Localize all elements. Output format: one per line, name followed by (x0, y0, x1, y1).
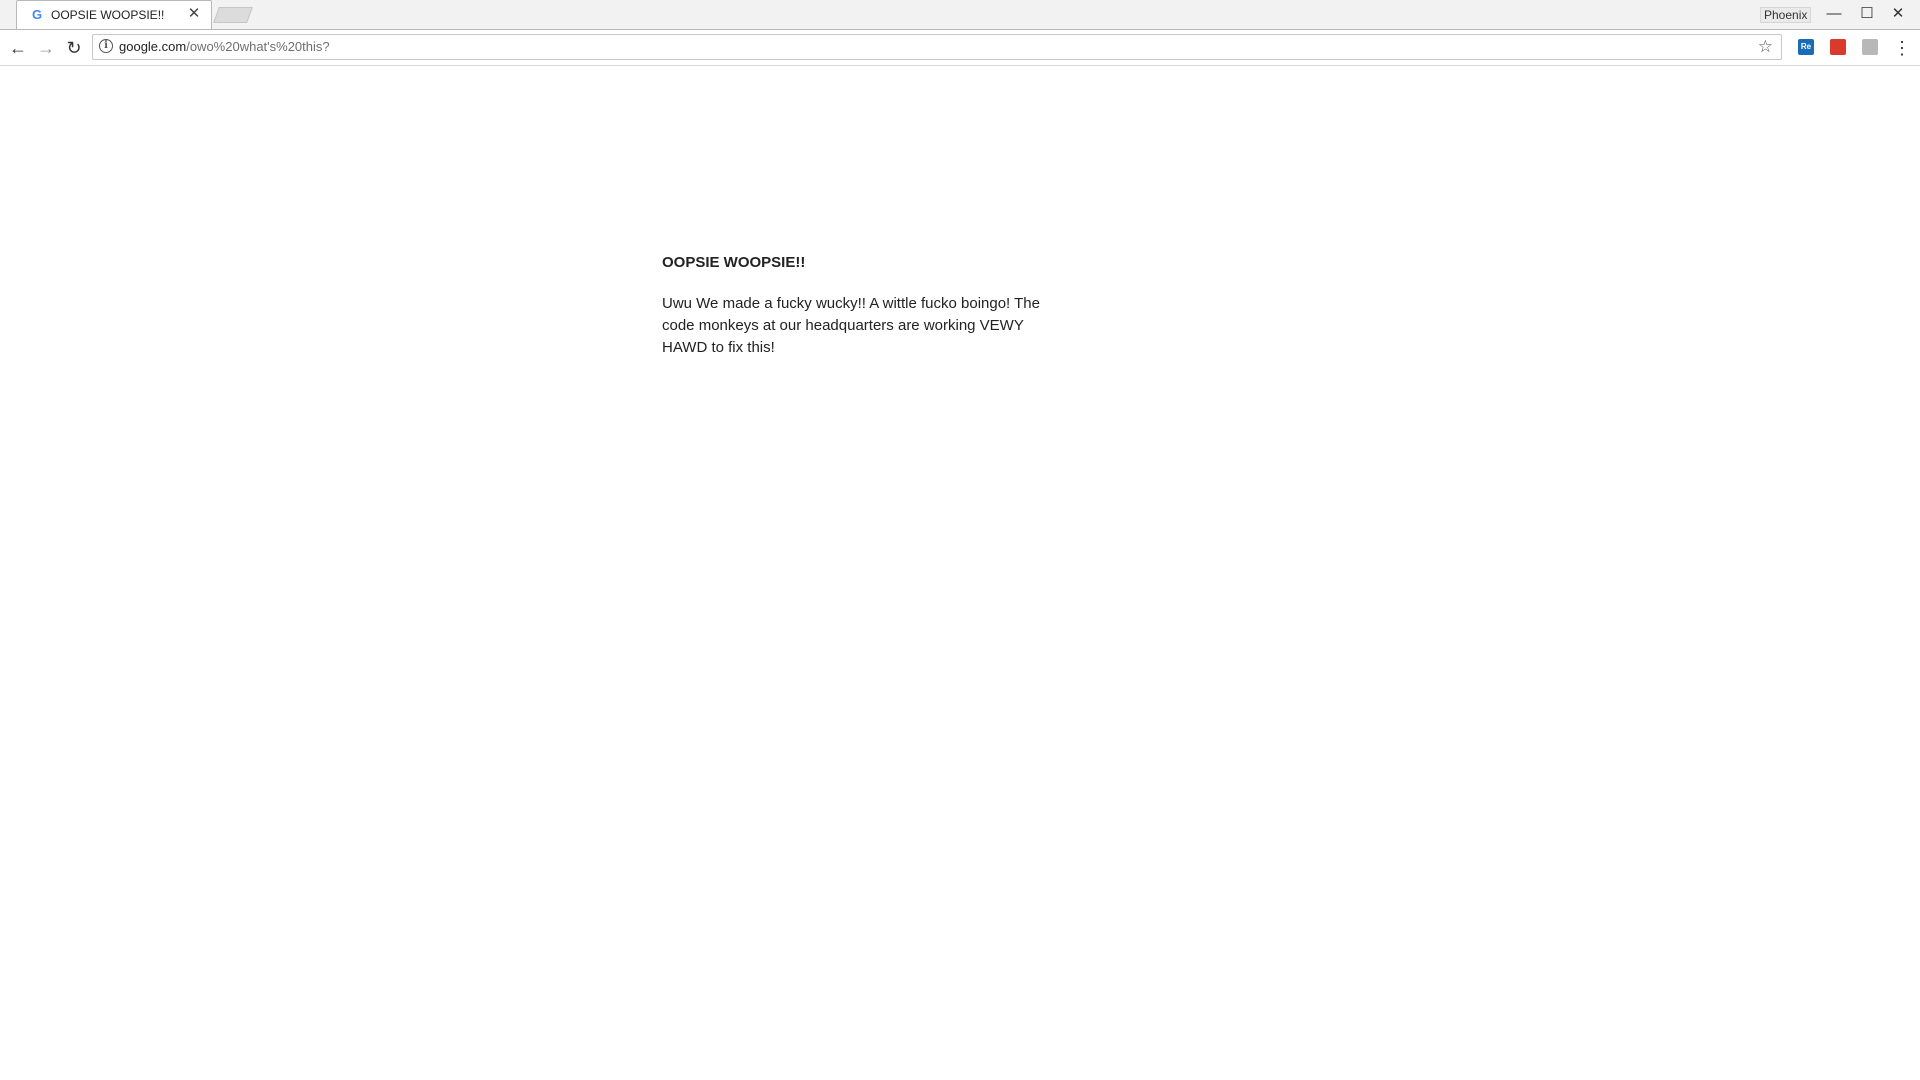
reload-icon[interactable]: ↻ (62, 36, 86, 60)
error-message: Uwu We made a fucky wucky!! A wittle fuc… (662, 295, 1040, 356)
browser-toolbar: ← → ↻ i google.com/owo%20what's%20this? … (0, 29, 1920, 66)
close-window-icon[interactable]: ✕ (1884, 2, 1912, 26)
maximize-window-icon[interactable]: ☐ (1853, 2, 1881, 26)
extension-gray-icon[interactable] (1862, 39, 1878, 55)
extension-red-icon[interactable] (1830, 39, 1846, 55)
url-path: /owo%20what's%20this? (186, 39, 330, 54)
bookmark-star-icon[interactable]: ☆ (1758, 36, 1773, 58)
site-info-icon[interactable]: i (99, 39, 113, 53)
back-arrow-icon[interactable]: ← (6, 36, 30, 60)
browser-menu-icon[interactable]: ⋮ (1893, 36, 1911, 60)
extension-re-icon[interactable]: Re (1798, 39, 1814, 55)
browser-title-bar: G OOPSIE WOOPSIE!! ✕ Phoenix — ☐ ✕ (0, 0, 1920, 29)
page-viewport: OOPSIE WOOPSIE!! Uwu We made a fucky wuc… (0, 66, 1920, 1080)
minimize-window-icon[interactable]: — (1820, 2, 1848, 26)
url-text[interactable]: google.com/owo%20what's%20this? (119, 39, 330, 54)
profile-name-badge[interactable]: Phoenix (1760, 7, 1812, 23)
google-favicon-icon: G (31, 7, 43, 22)
new-tab-button[interactable] (213, 7, 253, 23)
browser-tab-active[interactable]: G OOPSIE WOOPSIE!! ✕ (16, 0, 212, 29)
page-heading: OOPSIE WOOPSIE!! (662, 254, 806, 271)
tab-title: OOPSIE WOOPSIE!! (51, 8, 165, 22)
close-tab-icon[interactable]: ✕ (187, 6, 201, 22)
url-host: google.com (119, 39, 187, 54)
forward-arrow-icon[interactable]: → (34, 36, 58, 60)
address-bar[interactable]: i google.com/owo%20what's%20this? ☆ (92, 34, 1782, 60)
error-content: OOPSIE WOOPSIE!! Uwu We made a fucky wuc… (662, 254, 1062, 359)
